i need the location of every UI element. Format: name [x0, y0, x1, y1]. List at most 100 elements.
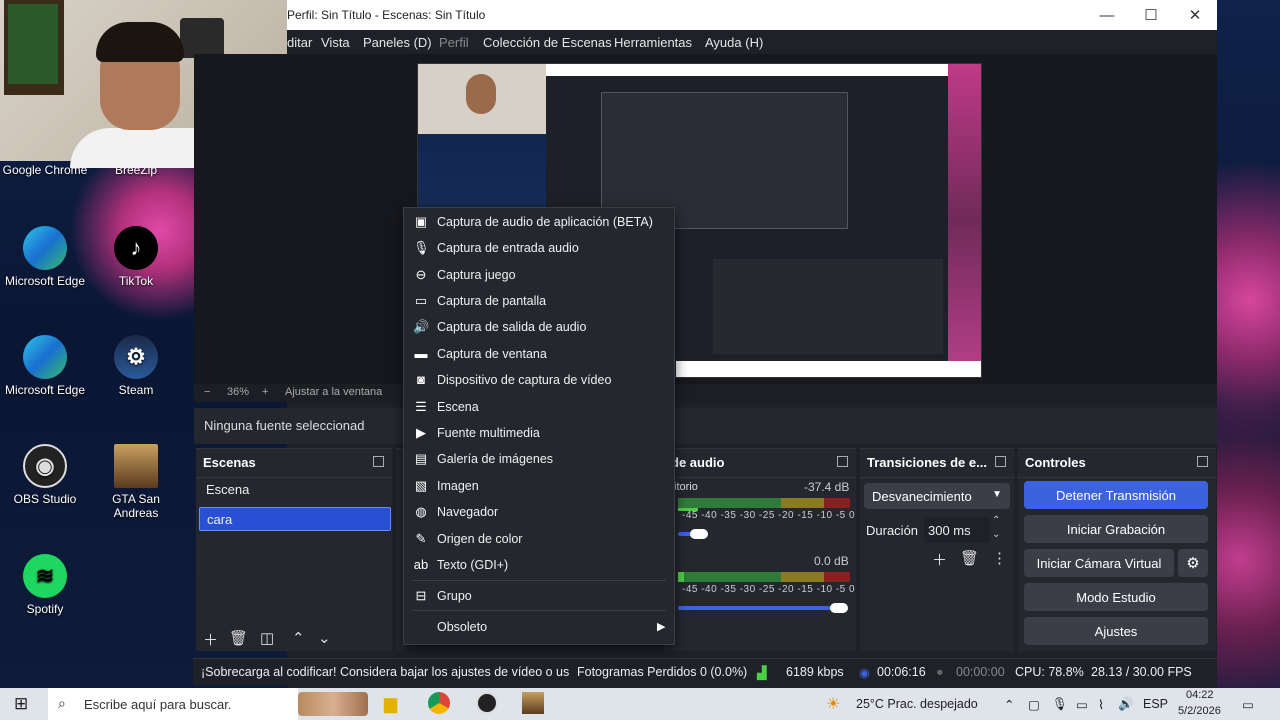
add-scene-icon[interactable]: ＋	[203, 629, 218, 650]
close-icon[interactable]: ✕	[1173, 0, 1217, 30]
menu-docks[interactable]: Paneles (D)	[363, 35, 432, 50]
dock-float-icon[interactable]	[1197, 456, 1208, 467]
add-transition-icon[interactable]: ＋	[932, 549, 947, 570]
duration-input[interactable]: 300 ms	[924, 517, 990, 543]
zoom-in-button[interactable]: +	[262, 386, 268, 398]
chrome-icon[interactable]	[428, 692, 450, 714]
minimize-icon[interactable]: —	[1085, 0, 1129, 30]
controls-dock: Controles Detener Transmisión Iniciar Gr…	[1018, 448, 1216, 651]
scene-filter-icon[interactable]: ◫	[260, 629, 274, 647]
menu-tools[interactable]: Herramientas	[614, 35, 692, 50]
menu-item-label: Captura de salida de audio	[437, 320, 587, 334]
dock-float-icon[interactable]	[995, 456, 1006, 467]
menu-profile[interactable]: Perfil	[439, 35, 469, 50]
dock-float-icon[interactable]	[837, 456, 848, 467]
volume-knob[interactable]	[690, 529, 708, 539]
zoom-out-button[interactable]: −	[204, 386, 210, 398]
globe-icon: ◍	[415, 504, 427, 519]
gta-taskbar-icon[interactable]	[522, 692, 544, 714]
language-indicator[interactable]: ESP	[1143, 697, 1168, 711]
menu-item-display-capture[interactable]: ▭ Captura de pantalla	[404, 288, 674, 314]
menu-item-video-capture-device[interactable]: ◙ Dispositivo de captura de vídeo	[404, 367, 674, 393]
preview-wallpaper	[948, 64, 981, 377]
windows-start-icon[interactable]: ⊞	[14, 694, 28, 714]
scenes-dock: Escenas Escena cara ＋ 🗑 ◫ ⌃ ⌄	[196, 448, 392, 651]
menu-item-label: Captura de ventana	[437, 347, 547, 361]
volume-knob-2[interactable]	[830, 603, 848, 613]
desktop-icon-edge-2[interactable]: Microsoft Edge	[0, 335, 90, 397]
weather-text[interactable]: 25°C Prac. despejado	[856, 697, 978, 711]
spotify-icon: ≋	[23, 554, 67, 598]
desktop-icon-tiktok[interactable]: ♪ TikTok	[91, 226, 181, 288]
scene-item[interactable]: Escena	[199, 478, 391, 502]
settings-button[interactable]: Ajustes	[1024, 617, 1208, 645]
menu-item-label: Fuente multimedia	[437, 426, 540, 440]
remove-transition-icon[interactable]: 🗑	[960, 549, 979, 567]
studio-mode-button[interactable]: Modo Estudio	[1024, 583, 1208, 611]
menu-item-label: Captura de pantalla	[437, 294, 547, 308]
audio-ticks: -45 -40 -35 -30 -25 -20 -15 -10 -5 0	[682, 510, 856, 521]
notifications-icon[interactable]: ▭	[1242, 697, 1254, 712]
microphone-tray-icon[interactable]: 🎙	[1052, 697, 1068, 712]
menu-item-scene[interactable]: ☰ Escena	[404, 394, 674, 420]
dock-float-icon[interactable]	[373, 456, 384, 467]
desktop-icon-gta[interactable]: GTA San Andreas	[91, 444, 181, 520]
move-up-icon[interactable]: ⌃	[292, 629, 305, 647]
menu-help[interactable]: Ayuda (H)	[705, 35, 763, 50]
menu-item-media-source[interactable]: ▶ Fuente multimedia	[404, 420, 674, 446]
steam-icon: ⚙	[114, 335, 158, 379]
volume-slider-2[interactable]	[678, 606, 848, 610]
network-icon[interactable]: ⌇	[1098, 697, 1104, 712]
transition-select[interactable]: Desvanecimiento ▼	[864, 483, 1010, 509]
audio-meter-2	[678, 572, 850, 582]
remove-scene-icon[interactable]: 🗑	[229, 629, 248, 647]
menu-item-app-audio-capture[interactable]: ▣ Captura de audio de aplicación (BETA)	[404, 209, 674, 235]
fps: 28.13 / 30.00 FPS	[1091, 665, 1192, 679]
menu-view[interactable]: Vista	[321, 35, 350, 50]
fit-window-button[interactable]: Ajustar a la ventana	[285, 386, 382, 398]
maximize-icon[interactable]: ☐	[1129, 0, 1173, 30]
menu-item-group[interactable]: ⊟ Grupo	[404, 583, 674, 609]
volume-icon[interactable]: 🔊	[1118, 697, 1134, 712]
start-recording-button[interactable]: Iniciar Grabación	[1024, 515, 1208, 543]
clock-time[interactable]: 04:22	[1186, 689, 1214, 701]
menu-item-image-slideshow[interactable]: ▤ Galería de imágenes	[404, 446, 674, 472]
menu-item-audio-input[interactable]: 🎙 Captura de entrada audio	[404, 235, 674, 261]
desktop-icon-obs[interactable]: ◉ OBS Studio	[0, 444, 90, 506]
desktop-icon-edge[interactable]: Microsoft Edge	[0, 226, 90, 288]
desktop-icon-spotify[interactable]: ≋ Spotify	[0, 554, 90, 616]
menu-item-image[interactable]: ▧ Imagen	[404, 473, 674, 499]
menu-item-game-capture[interactable]: ⊖ Captura juego	[404, 262, 674, 288]
stop-stream-button[interactable]: Detener Transmisión	[1024, 481, 1208, 509]
move-down-icon[interactable]: ⌄	[318, 629, 331, 647]
chevron-right-icon: ▶	[657, 621, 666, 633]
menu-item-label: Grupo	[437, 589, 472, 603]
person-hair	[96, 22, 184, 62]
spin-down-icon[interactable]: ⌄	[992, 529, 1000, 540]
menu-item-browser[interactable]: ◍ Navegador	[404, 499, 674, 525]
audio-meter-level-2	[678, 572, 684, 582]
start-virtual-camera-button[interactable]: Iniciar Cámara Virtual	[1024, 549, 1174, 577]
clock-date[interactable]: 5/2/2026	[1178, 705, 1221, 717]
taskbar-search[interactable]: ⌕ Escribe aquí para buscar.	[48, 688, 298, 720]
desktop-icon-steam[interactable]: ⚙ Steam	[91, 335, 181, 397]
obs-taskbar-icon[interactable]	[476, 692, 498, 714]
menu-item-window-capture[interactable]: ▬ Captura de ventana	[404, 341, 674, 367]
menu-scene-collection[interactable]: Colección de Escenas	[483, 35, 612, 50]
menu-item-deprecated[interactable]: Obsoleto ▶	[404, 614, 674, 640]
show-hidden-icons[interactable]: ⌃	[1004, 697, 1014, 712]
tray-icon[interactable]: ▢	[1028, 697, 1040, 712]
menu-edit[interactable]: ditar	[287, 35, 312, 50]
more-options-icon[interactable]: ⋮	[992, 549, 1007, 567]
audio-mixer-title: de audio	[671, 455, 725, 470]
power-tray-icon[interactable]: ▭	[1076, 697, 1088, 712]
desktop-icon-label: GTA San Andreas	[112, 492, 160, 520]
spin-up-icon[interactable]: ⌃	[992, 515, 1000, 526]
file-explorer-icon[interactable]: ▆	[384, 694, 397, 714]
weather-icon[interactable]: ☀	[826, 694, 840, 714]
menu-item-color-source[interactable]: ✎ Origen de color	[404, 526, 674, 552]
menu-item-text[interactable]: ab Texto (GDI+)	[404, 552, 674, 578]
menu-item-audio-output[interactable]: 🔊 Captura de salida de audio	[404, 314, 674, 340]
scene-item-selected[interactable]: cara	[199, 507, 391, 531]
virtual-camera-settings-icon[interactable]: ⚙	[1178, 549, 1208, 577]
